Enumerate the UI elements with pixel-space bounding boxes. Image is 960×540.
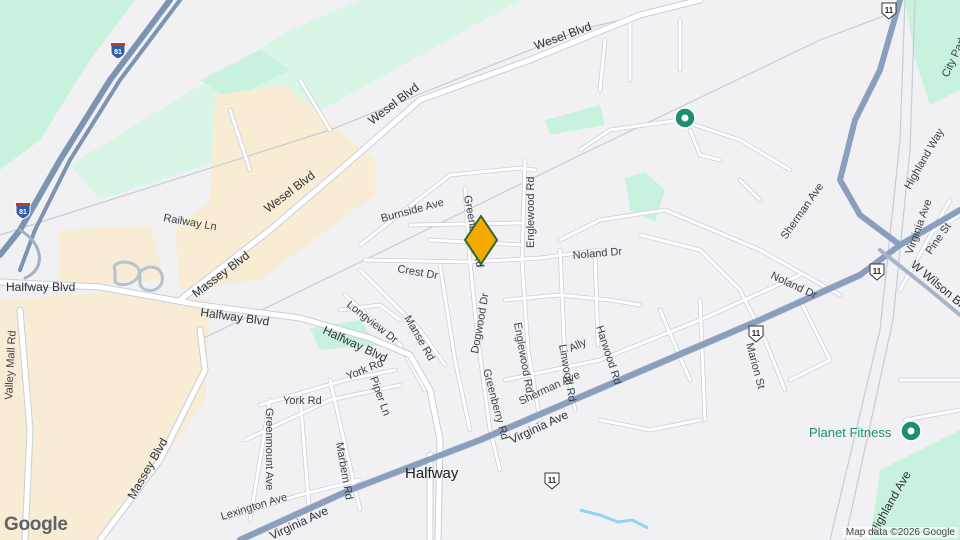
harwood-rd-label: Harwood Rd — [593, 324, 623, 386]
crest-dr-label: Crest Dr — [396, 263, 439, 282]
planet-fitness-label[interactable]: Planet Fitness — [809, 425, 892, 440]
svg-text:81: 81 — [19, 209, 27, 216]
svg-text:11: 11 — [752, 329, 761, 338]
us-11-north — [837, 0, 903, 248]
noland-dr-west-label: Noland Dr — [572, 246, 623, 262]
piper-ln-label: Piper Ln — [367, 375, 392, 418]
park-area-north3 — [545, 105, 605, 135]
marion-st-label: Marion St — [743, 342, 767, 391]
burnside-ave-label: Burnside Ave — [380, 197, 446, 225]
map-layer: Wesel Blvd Wesel Blvd Wesel Blvd Massey … — [0, 0, 960, 540]
sherman-ave-east-label: Sherman Ave — [779, 181, 827, 242]
gym-pin-icon[interactable] — [900, 420, 922, 442]
town-label-halfway: Halfway — [405, 465, 459, 482]
green-poi-pin[interactable] — [674, 107, 696, 129]
svg-text:11: 11 — [885, 6, 894, 15]
ally-label: Ally — [567, 336, 589, 355]
planet-fitness-poi[interactable]: Planet Fitness — [809, 420, 922, 442]
interstate-shield-i81-north: 81 — [110, 42, 126, 60]
us-shield-11-east: 11 — [869, 263, 885, 281]
svg-text:81: 81 — [114, 49, 122, 56]
us-shield-11-center: 11 — [544, 472, 560, 490]
englewood-rd-north-label: Englewood Rd — [525, 176, 537, 248]
interstate-shield-i81-south: 81 — [15, 202, 31, 220]
svg-text:11: 11 — [873, 267, 882, 276]
svg-text:11: 11 — [548, 476, 557, 485]
map-canvas[interactable]: Wesel Blvd Wesel Blvd Wesel Blvd Massey … — [0, 0, 960, 540]
greenmount-ave-label: Greenmount Ave — [263, 408, 275, 490]
us-shield-11-mid: 11 — [748, 325, 764, 343]
map-attribution[interactable]: Map data ©2026 Google — [842, 527, 958, 538]
englewood-rd-south-label: Englewood Rd — [511, 321, 535, 394]
interchange-ramp — [18, 228, 41, 280]
halfway-blvd-west-label: Halfway Blvd — [6, 280, 75, 294]
york-rd-west-label: York Rd — [283, 395, 322, 407]
stream — [579, 508, 649, 530]
commercial-area-west — [60, 225, 165, 285]
google-logo: Google — [4, 514, 68, 535]
